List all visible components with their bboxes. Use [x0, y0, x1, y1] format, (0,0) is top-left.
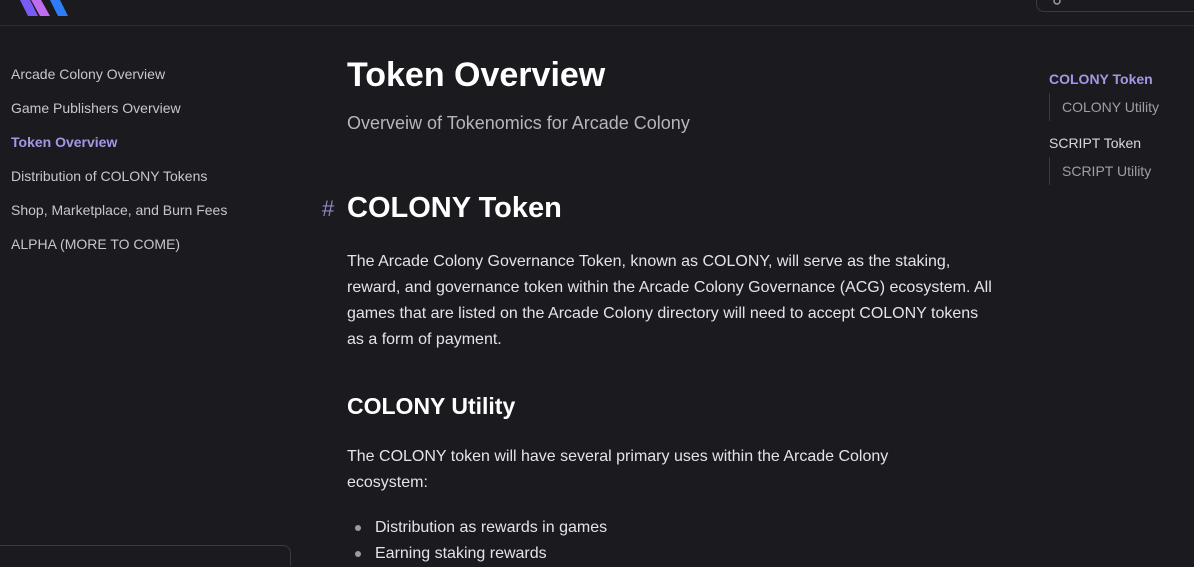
heading-anchor-link[interactable]: #: [322, 196, 334, 222]
search-button[interactable]: [1036, 0, 1194, 12]
section-heading-colony-token: COLONY Token: [347, 192, 562, 224]
subsection-heading-colony-utility: COLONY Utility: [347, 393, 516, 419]
arcade-colony-logo[interactable]: [10, 0, 76, 18]
list-item: Distribution as rewards in games: [347, 515, 607, 541]
sidebar-item-arcade-colony-overview[interactable]: Arcade Colony Overview: [11, 66, 165, 82]
section-paragraph: The Arcade Colony Governance Token, know…: [347, 253, 992, 348]
sidebar-nav: Arcade Colony Overview Game Publishers O…: [0, 26, 300, 558]
outline-subitem-colony-utility[interactable]: COLONY Utility: [1049, 93, 1159, 121]
outline-subitem-script-utility[interactable]: SCRIPT Utility: [1049, 157, 1151, 185]
sidebar-footer-panel: [0, 545, 291, 566]
sidebar-item-shop-marketplace-burn-fees[interactable]: Shop, Marketplace, and Burn Fees: [11, 202, 227, 218]
sidebar-item-alpha[interactable]: ALPHA (MORE TO COME): [11, 236, 180, 252]
utility-list: Distribution as rewards in games Earning…: [347, 515, 607, 567]
top-navbar: [0, 0, 1194, 26]
sidebar-item-game-publishers-overview[interactable]: Game Publishers Overview: [11, 100, 181, 116]
outline-item-script-token[interactable]: SCRIPT Token: [1049, 135, 1141, 151]
list-item: Earning staking rewards: [347, 541, 607, 567]
page-subtitle: Overveiw of Tokenomics for Arcade Colony: [347, 113, 690, 133]
outline-item-colony-token[interactable]: COLONY Token: [1049, 71, 1153, 87]
sidebar-item-distribution-of-colony-tokens[interactable]: Distribution of COLONY Tokens: [11, 168, 207, 184]
search-icon: [1053, 0, 1061, 5]
sidebar-item-token-overview[interactable]: Token Overview: [11, 134, 117, 150]
page-title: Token Overview: [347, 56, 606, 94]
subsection-paragraph: The COLONY token will have several prima…: [347, 448, 889, 491]
